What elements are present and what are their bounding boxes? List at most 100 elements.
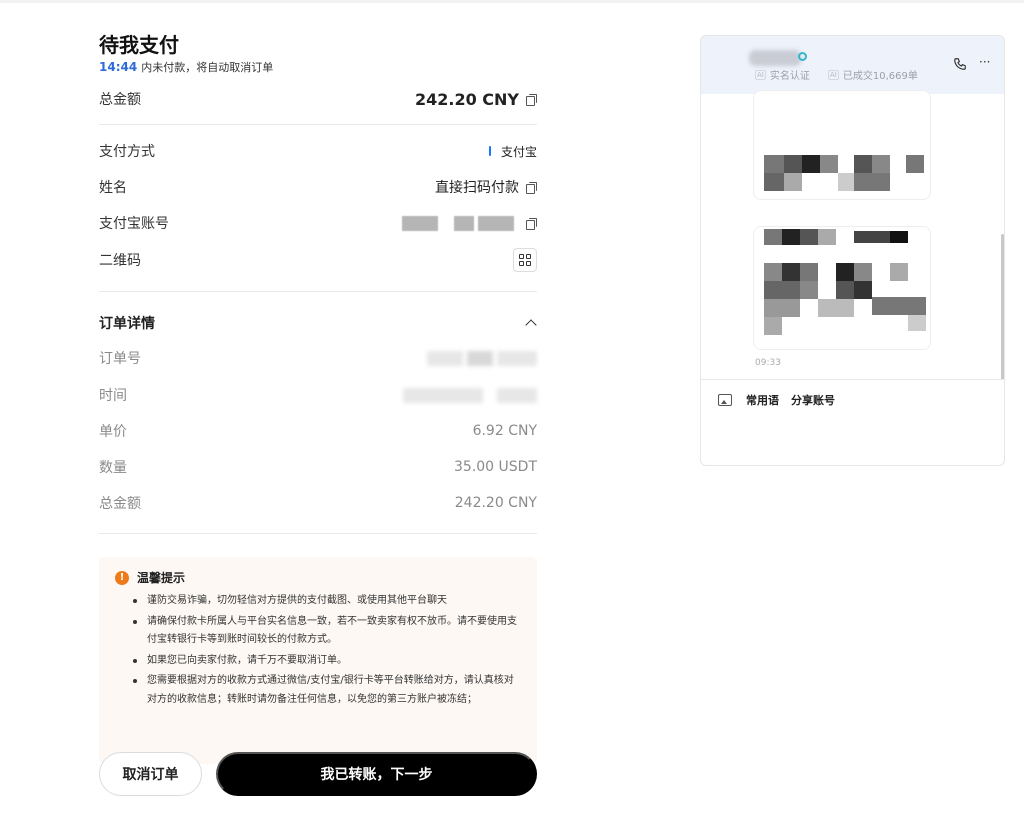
pixelated-image [782,229,800,245]
pixelated-image [764,299,800,317]
pixelated-image [784,173,802,191]
verified-tag-icon: AI [755,69,766,80]
total-amount-value-wrap: 242.20 CNY [415,90,537,109]
qr-code-row: 二维码 [99,247,537,273]
more-icon[interactable]: ··· [979,55,990,69]
pixelated-image [764,263,782,281]
payee-name-value-wrap: 直接扫码付款 [435,177,537,197]
alipay-account-row: 支付宝账号 [99,213,537,233]
warm-tips-list: 谨防交易诈骗，切勿轻信对方提供的支付截图、或使用其他平台聊天 请确保付款卡所属人… [115,592,521,709]
pixelated-image [800,229,818,245]
warm-tip-item: 请确保付款卡所属人与平台实名信息一致，若不一致卖家有权不放币。请不要使用支付宝转… [133,613,521,650]
order-number-value [427,350,537,366]
redacted-text [427,350,463,366]
pixelated-image [764,229,782,245]
pixelated-image [764,173,784,191]
pixelated-image [836,281,854,299]
payee-name-label: 姓名 [99,180,127,196]
deals-badge: AI 已成交10,669单 [828,67,918,82]
order-total-row: 总金额 242.20 CNY [99,493,537,513]
deals-label: 已成交10,669单 [842,71,918,82]
warm-tip-item: 您需要根据对方的收款方式通过微信/支付宝/银行卡等平台转账给对方，请认真核对对方… [133,672,521,709]
total-amount-value: 242.20 CNY [414,89,519,109]
share-account-button[interactable]: 分享账号 [791,392,835,408]
redacted-text [402,215,438,231]
pixelated-image [908,315,926,331]
quantity-row: 数量 35.00 USDT [99,457,537,477]
pixelated-image [818,229,836,245]
total-amount-row: 总金额 242.20 CNY [99,89,537,109]
pixelated-image [854,281,872,299]
order-payment-panel: 待我支付 14:44 内未付款，将自动取消订单 总金额 242.20 CNY 支付… [99,32,537,796]
page-title: 待我支付 [99,33,179,57]
chat-scrollbar[interactable] [1001,234,1004,380]
quick-phrases-button[interactable]: 常用语 [746,392,779,408]
divider [99,533,537,534]
order-total-value: 242.20 CNY [454,495,537,511]
warm-tip-item: 谨防交易诈骗，切勿轻信对方提供的支付截图、或使用其他平台聊天 [133,592,521,611]
payee-name-row: 姓名 直接扫码付款 [99,177,537,197]
image-message[interactable] [753,226,931,350]
order-total-label: 总金额 [99,496,141,512]
transferred-next-button[interactable]: 我已转账，下一步 [216,752,537,796]
divider [99,124,537,125]
redacted-text [403,387,483,403]
pixelated-image [872,155,890,173]
total-amount-label: 总金额 [99,92,141,108]
pixelated-image [836,263,854,281]
pixelated-image [854,263,872,281]
order-details-header[interactable]: 订单详情 [99,313,537,333]
pixelated-image [890,231,908,243]
phone-icon[interactable] [953,57,967,71]
quantity-value: 35.00 USDT [454,459,537,475]
countdown-line: 14:44 内未付款，将自动取消订单 [99,60,537,75]
pixelated-image [890,263,908,281]
pixelated-image [764,281,800,299]
copy-icon[interactable] [526,217,537,230]
countdown-timer: 14:44 [99,60,138,74]
warm-tips-title: 温馨提示 [137,571,186,585]
deals-tag-icon: AI [828,69,839,80]
chat-toolbar: 常用语 分享账号 [701,388,1004,412]
unit-price-value: 6.92 CNY [472,423,537,439]
copy-icon[interactable] [526,93,537,106]
verified-badge: AI 实名认证 [755,67,810,82]
chat-header: AI 实名认证 AI 已成交10,669单 ··· [701,36,1004,94]
pixelated-image [800,281,818,299]
cancel-order-button[interactable]: 取消订单 [99,752,202,796]
copy-icon[interactable] [526,181,537,194]
pixelated-image [906,155,924,173]
redacted-text [454,215,474,231]
pixelated-image [820,155,838,173]
redacted-merchant-name [749,50,801,66]
redacted-text [497,350,537,366]
redacted-text [467,350,493,366]
alipay-icon [488,146,491,156]
image-message[interactable] [753,90,931,200]
payee-name-value: 直接扫码付款 [435,180,519,196]
chat-messages [701,90,1004,379]
redacted-text [478,215,514,231]
qr-code-button[interactable] [513,248,537,272]
chat-panel: AI 实名认证 AI 已成交10,669单 ··· 09:33 常用语 分享账号 [700,35,1005,466]
order-details-title: 订单详情 [99,316,155,332]
qr-code-icon [519,254,531,266]
divider [701,379,1004,380]
pixelated-image [854,231,890,243]
top-border [0,0,1024,3]
order-number-label: 订单号 [99,351,141,367]
pixelated-image [764,317,782,335]
payment-method-value-wrap: 支付宝 [488,143,537,160]
unit-price-label: 单价 [99,424,127,440]
warm-tips-box: ! 温馨提示 谨防交易诈骗，切勿轻信对方提供的支付截图、或使用其他平台聊天 请确… [99,557,537,764]
pixelated-image [784,155,802,173]
alipay-account-value [402,215,537,231]
pixelated-image [818,299,854,317]
chevron-up-icon[interactable] [525,319,537,331]
payment-method-value: 支付宝 [500,144,537,159]
order-time-row: 时间 [99,385,537,405]
divider [99,291,537,292]
image-icon[interactable] [718,394,732,406]
pixelated-image [872,297,926,315]
order-number-row: 订单号 [99,348,537,368]
